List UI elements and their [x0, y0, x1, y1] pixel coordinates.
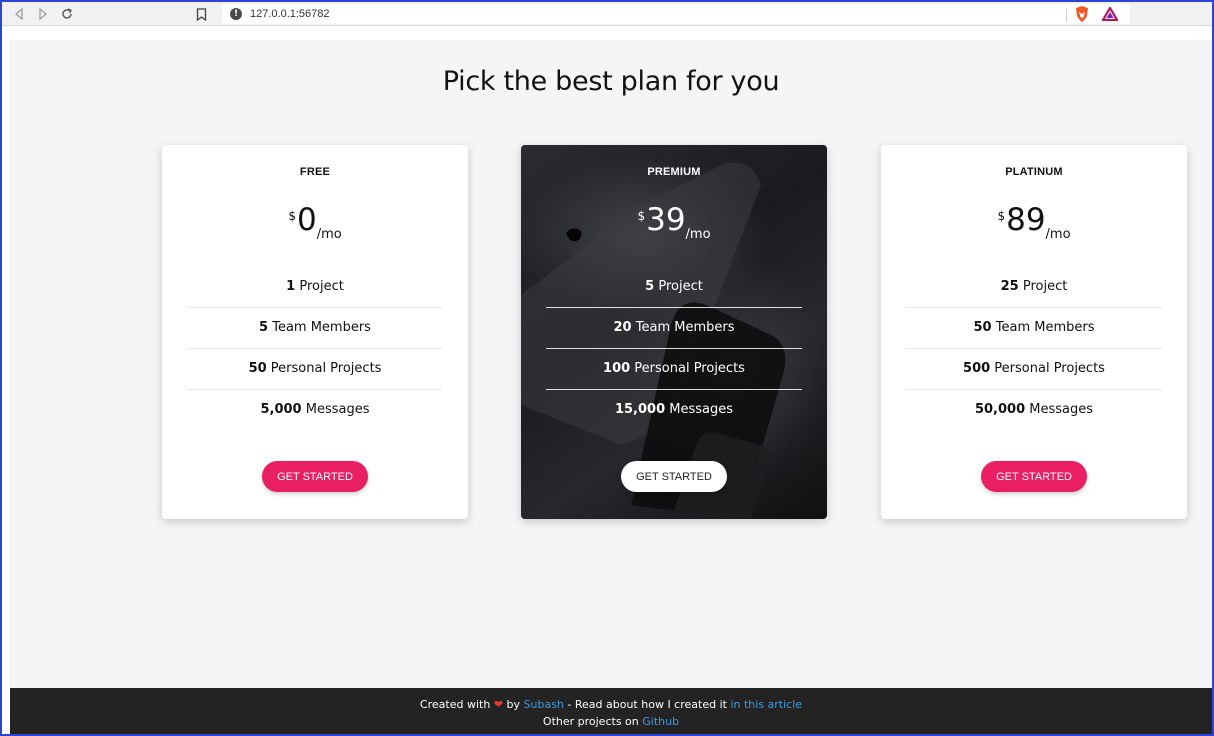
feature-item: 15,000 Messages: [614, 402, 734, 417]
browser-toolbar: ! 127.0.0.1:56782: [0, 0, 1214, 26]
page-content: Pick the best plan for you FREE $ 0 /mo …: [10, 40, 1212, 688]
back-icon[interactable]: [8, 3, 30, 25]
github-link[interactable]: Github: [642, 715, 679, 728]
feature-item: 5 Team Members: [187, 308, 443, 349]
plan-name: FREE: [299, 166, 331, 178]
price-amount: 39: [646, 202, 686, 238]
toolbar-divider: [1066, 8, 1067, 22]
page-title: Pick the best plan for you: [442, 66, 780, 97]
feature-item: 50 Team Members: [906, 308, 1162, 349]
footer-created-with: Created with: [419, 698, 491, 711]
plan-price: $ 0 /mo: [162, 203, 468, 242]
plan-price: $ 89 /mo: [881, 203, 1187, 242]
site-info-icon[interactable]: !: [230, 8, 242, 20]
plan-name: PLATINUM: [1005, 166, 1063, 178]
get-started-button-free[interactable]: GET STARTED: [262, 461, 368, 492]
footer-read-about: - Read about how I created it: [567, 698, 727, 711]
reload-icon[interactable]: [56, 3, 78, 25]
price-amount: 0: [296, 202, 317, 238]
plan-card-free: FREE $ 0 /mo 1 Project 5 Team Members 50…: [162, 145, 468, 519]
bookmark-icon[interactable]: [196, 6, 207, 25]
plan-price: $ 39 /mo: [521, 203, 827, 242]
price-period: /mo: [685, 227, 711, 242]
plan-card-premium: PREMIUM $ 39 /mo 5 Project 20 Team Membe…: [521, 145, 827, 519]
feature-list: 5 Project 20 Team Members 100 Personal P…: [546, 267, 802, 431]
page-footer: Created with ❤ by Subash - Read about ho…: [10, 688, 1212, 736]
forward-icon[interactable]: [32, 3, 54, 25]
heart-icon: ❤: [493, 698, 504, 711]
feature-item: 50 Personal Projects: [187, 349, 443, 390]
price-currency: $: [288, 209, 296, 223]
address-bar[interactable]: ! 127.0.0.1:56782: [222, 4, 1130, 24]
feature-item: 500 Personal Projects: [906, 349, 1162, 390]
plan-card-platinum: PLATINUM $ 89 /mo 25 Project 50 Team Mem…: [881, 145, 1187, 519]
feature-list: 1 Project 5 Team Members 50 Personal Pro…: [187, 267, 443, 431]
footer-line-1: Created with ❤ by Subash - Read about ho…: [10, 696, 1212, 713]
feature-item: 25 Project: [906, 267, 1162, 308]
brave-shields-icon[interactable]: [1074, 5, 1090, 27]
plan-name: PREMIUM: [647, 166, 701, 178]
price-period: /mo: [1045, 227, 1071, 242]
feature-list: 25 Project 50 Team Members 500 Personal …: [906, 267, 1162, 431]
footer-line-2: Other projects on Github: [10, 713, 1212, 730]
feature-item: 5 Project: [546, 267, 802, 308]
get-started-button-platinum[interactable]: GET STARTED: [981, 461, 1087, 492]
feature-item: 1 Project: [187, 267, 443, 308]
price-amount: 89: [1006, 202, 1046, 238]
price-period: /mo: [316, 227, 342, 242]
footer-by: by: [506, 698, 521, 711]
get-started-button-premium[interactable]: GET STARTED: [621, 461, 727, 492]
feature-item: 5,000 Messages: [260, 402, 370, 417]
url-text[interactable]: 127.0.0.1:56782: [250, 8, 330, 20]
price-currency: $: [997, 209, 1006, 223]
feature-item: 50,000 Messages: [974, 402, 1094, 417]
feature-item: 20 Team Members: [546, 308, 802, 349]
footer-other-projects: Other projects on: [542, 715, 639, 728]
brave-rewards-icon[interactable]: [1101, 5, 1119, 25]
article-link[interactable]: in this article: [730, 698, 802, 711]
price-currency: $: [637, 209, 646, 223]
feature-item: 100 Personal Projects: [546, 349, 802, 390]
author-link[interactable]: Subash: [524, 698, 564, 711]
